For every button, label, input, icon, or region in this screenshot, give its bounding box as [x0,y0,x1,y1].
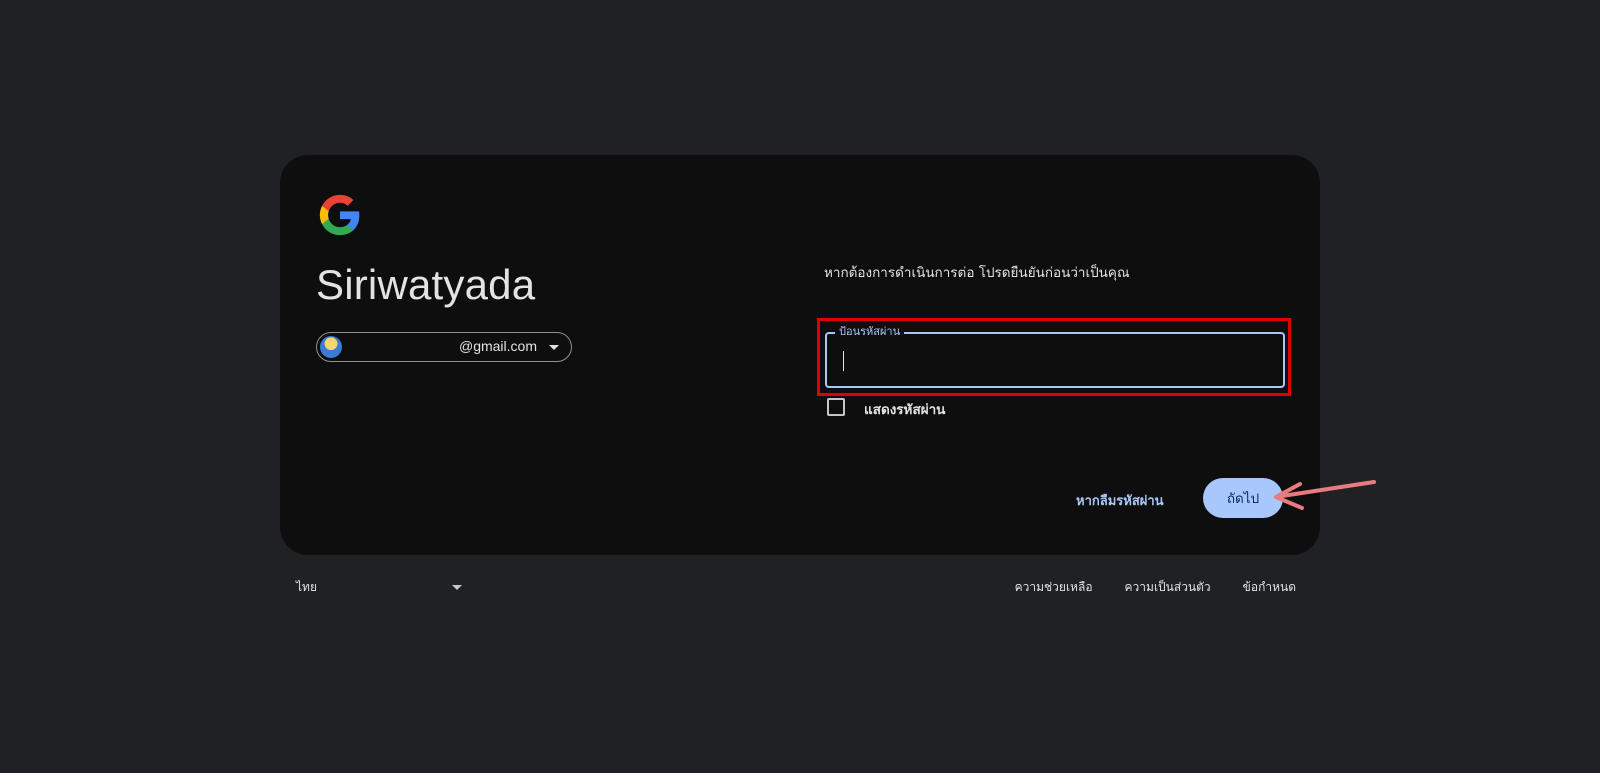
password-input[interactable] [841,348,1265,374]
chevron-down-icon [549,345,559,350]
show-password-label[interactable]: แสดงรหัสผ่าน [864,398,945,420]
footer-links: ความช่วยเหลือ ความเป็นส่วนตัว ข้อกำหนด [1015,578,1296,597]
language-selector[interactable]: ไทย [296,578,317,597]
help-link[interactable]: ความช่วยเหลือ [1015,578,1093,597]
chevron-down-icon[interactable] [452,585,462,590]
arrow-annotation-icon [1274,480,1376,510]
password-label: ป้อนรหัสผ่าน [835,325,905,339]
account-email: @gmail.com [458,338,537,354]
privacy-link[interactable]: ความเป็นส่วนตัว [1125,578,1211,597]
text-cursor [843,351,844,371]
verify-prompt: หากต้องการดำเนินการต่อ โปรดยืนยันก่อนว่า… [824,265,1130,281]
password-field[interactable]: ป้อนรหัสผ่าน [825,325,1285,388]
signin-card: Siriwatyada @gmail.com หากต้องการดำเนินก… [280,155,1320,555]
footer: ไทย ความช่วยเหลือ ความเป็นส่วนตัว ข้อกำห… [280,576,1320,596]
terms-link[interactable]: ข้อกำหนด [1243,578,1296,597]
forgot-password-link[interactable]: หากลืมรหัสผ่าน [1076,490,1164,511]
google-g-icon [319,194,360,236]
show-password-checkbox[interactable] [827,398,845,416]
account-chooser[interactable]: @gmail.com [316,332,572,362]
account-name: Siriwatyada [316,261,536,308]
avatar [320,336,342,358]
